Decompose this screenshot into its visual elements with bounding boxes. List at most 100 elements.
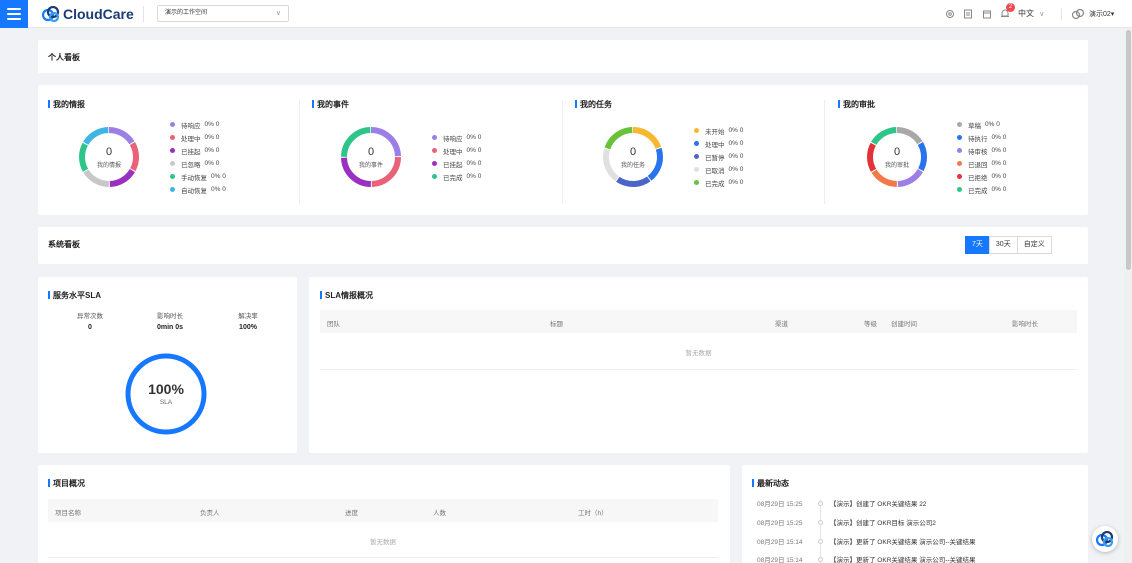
legend-label: 已取消 [705, 167, 725, 175]
stat-value: 0min 0s [156, 324, 184, 331]
legend-dot [432, 135, 437, 140]
legend-item[interactable]: 待审核 0% 0 [957, 144, 1006, 157]
divider [1061, 8, 1062, 20]
legend-item[interactable]: 已挂起 0% 0 [432, 157, 481, 170]
legend-value: 0% 0 [991, 173, 1007, 180]
activity-time: 08月29日 15:25 [757, 520, 803, 527]
legend-value: 0% 0 [466, 160, 482, 167]
legend-label: 待执行 [968, 135, 988, 143]
scrollbar-thumb[interactable] [1126, 30, 1131, 270]
legend-label: 自动恢复 [181, 187, 207, 195]
legend: 待响应 0% 0 处理中 0% 0 已挂起 0% 0 已忽略 0% 0 手动恢复 0% 0 自动恢复… [170, 118, 226, 196]
legend-item[interactable]: 已挂起 0% 0 [170, 144, 226, 157]
legend-item[interactable]: 已完成 0% 0 [694, 176, 743, 189]
donut-label: 我的情报 [96, 163, 121, 169]
divider [48, 557, 718, 558]
assistant-button[interactable] [1092, 526, 1118, 552]
chevron-down-icon: ∨ [275, 10, 281, 17]
avatar[interactable] [1071, 7, 1085, 21]
legend-value: 0% 0 [204, 121, 220, 128]
logo[interactable]: CloudCare [42, 5, 134, 23]
legend-dot [694, 180, 699, 185]
donut-label: 我的事件 [358, 163, 383, 169]
legend-label: 未开始 [705, 128, 725, 136]
top-bar: CloudCare 演示的工作空间 ∨ 2 中文 ∨ 演示02▾ [0, 0, 1132, 28]
menu-icon[interactable] [0, 0, 28, 28]
page-title: 个人看板 [48, 53, 80, 62]
legend-item[interactable]: 已完成 0% 0 [957, 183, 1006, 196]
brand-name: CloudCare [63, 6, 134, 22]
legend-value: 0% 0 [985, 121, 1000, 128]
legend-item[interactable]: 已忽略 0% 0 [170, 157, 226, 170]
column-header: 工时（h） [578, 510, 608, 517]
legend-dot [957, 122, 962, 127]
notification-badge: 2 [1006, 3, 1015, 12]
legend-item[interactable]: 待响应 0% 0 [432, 131, 481, 144]
empty-state: 暂无数据 [370, 539, 396, 546]
legend-item[interactable]: 处理中 0% 0 [694, 137, 743, 150]
donut-chart: 0 我的事件 [338, 124, 404, 190]
language-switch[interactable]: 中文 ∨ [1018, 8, 1044, 19]
legend-dot [170, 135, 175, 140]
legend-item[interactable]: 待响应 0% 0 [170, 118, 226, 131]
stat-value: 100% [239, 324, 257, 331]
legend-item[interactable]: 处理中 0% 0 [170, 131, 226, 144]
tab-7-days[interactable]: 7天 [965, 236, 990, 254]
legend: 待响应 0% 0 处理中 0% 0 已挂起 0% 0 已完成 0% 0 [432, 131, 481, 183]
column-header: 团队 [327, 321, 340, 328]
donut-chart: 0 我的情报 [76, 124, 142, 190]
list-item[interactable]: 08月29日 15:14 【演示】更新了 OKR关键结果 演示公司--关键结果 [757, 554, 976, 563]
activity-title: 最新动态 [752, 478, 789, 489]
legend-label: 手动恢复 [181, 174, 207, 182]
cloudcare-logo-icon [42, 6, 60, 22]
legend-value: 0% 0 [728, 179, 744, 186]
divider [824, 100, 825, 204]
legend-item[interactable]: 草稿 0% 0 [957, 118, 1006, 131]
list-item[interactable]: 08月29日 15:14 【演示】更新了 OKR关键结果 演示公司--关键结果 [757, 536, 976, 548]
tab-30-days[interactable]: 30天 [988, 236, 1018, 254]
activity-text: 【演示】更新了 OKR关键结果 演示公司--关键结果 [830, 539, 976, 546]
donut-value: 0 [367, 146, 375, 158]
donut-chart: 0 我的任务 [600, 124, 666, 190]
language-label: 中文 [1018, 9, 1034, 18]
legend-item[interactable]: 手动恢复 0% 0 [170, 170, 226, 183]
legend-label: 已完成 [443, 174, 463, 182]
activity-card [742, 465, 1088, 563]
legend-item[interactable]: 已取消 0% 0 [694, 163, 743, 176]
list-item[interactable]: 08月29日 15:25 【演示】创建了 OKR关键结果 22 [757, 498, 926, 510]
legend-item[interactable]: 未开始 0% 0 [694, 124, 743, 137]
legend-item[interactable]: 已完成 0% 0 [432, 170, 481, 183]
legend-item[interactable]: 已退回 0% 0 [957, 157, 1006, 170]
legend-label: 已完成 [705, 180, 725, 188]
column-header: 影响时长 [1012, 321, 1038, 328]
legend-value: 0% 0 [728, 153, 744, 160]
legend-dot [694, 141, 699, 146]
legend-dot [432, 174, 437, 179]
legend-value: 0% 0 [211, 186, 226, 193]
legend-item[interactable]: 自动恢复 0% 0 [170, 183, 226, 196]
settings-icon[interactable] [945, 9, 955, 19]
list-item[interactable]: 08月29日 15:25 【演示】创建了 OKR目标 演示公司2 [757, 517, 936, 529]
calendar-icon[interactable] [982, 9, 992, 19]
workspace-select[interactable]: 演示的工作空间 ∨ [157, 5, 289, 22]
tab-custom[interactable]: 自定义 [1016, 236, 1052, 254]
legend-item[interactable]: 已拒绝 0% 0 [957, 170, 1006, 183]
legend: 草稿 0% 0 待执行 0% 0 待审核 0% 0 已退回 0% 0 已拒绝 0% 0 已完成 0% … [957, 118, 1006, 196]
panel-title: 我的事件 [312, 99, 349, 110]
stat-label: 解决率 [238, 313, 258, 320]
user-menu[interactable]: 演示02▾ [1089, 9, 1114, 19]
empty-state: 暂无数据 [685, 350, 712, 357]
legend-dot [694, 128, 699, 133]
gauge-label: SLA [159, 399, 173, 406]
legend: 未开始 0% 0 处理中 0% 0 已暂停 0% 0 已取消 0% 0 已完成 0% 0 [694, 124, 743, 189]
activity-text: 【演示】创建了 OKR关键结果 22 [830, 501, 927, 508]
legend-item[interactable]: 已暂停 0% 0 [694, 150, 743, 163]
document-icon[interactable] [963, 9, 973, 19]
legend-item[interactable]: 处理中 0% 0 [432, 144, 481, 157]
legend-item[interactable]: 待执行 0% 0 [957, 131, 1006, 144]
table-header: 团队 标题 渠道 等级 创建时间 影响时长 [320, 310, 1077, 333]
column-header: 等级 [864, 321, 877, 328]
legend-value: 0% 0 [466, 173, 482, 180]
legend-label: 已完成 [968, 187, 988, 195]
activity-time: 08月29日 15:14 [757, 539, 803, 546]
